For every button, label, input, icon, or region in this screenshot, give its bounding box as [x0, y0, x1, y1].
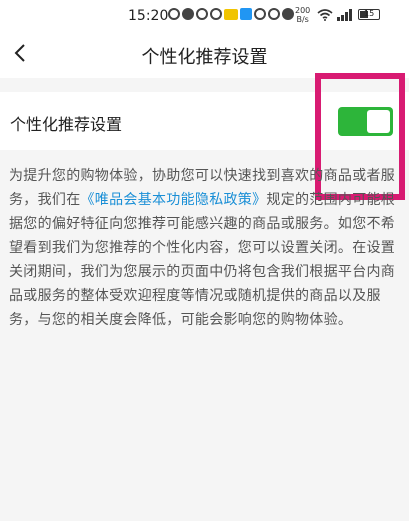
blue-app-icon [240, 8, 252, 20]
nfc-icon [268, 8, 280, 20]
privacy-policy-link[interactable]: 《唯品会基本功能隐私政策》 [81, 192, 267, 208]
status-time: 15:20 [128, 8, 169, 24]
personalized-recommendation-row: 个性化推荐设置 [0, 92, 409, 150]
description-text: 为提升您的购物体验，协助您可以快速找到喜欢的商品或者服务，我们在《唯品会基本功能… [9, 164, 397, 332]
personalized-recommendation-toggle[interactable] [338, 107, 393, 136]
navigation-bar: 个性化推荐设置 [0, 30, 409, 78]
app-icon [210, 8, 222, 20]
network-speed: 200 B/s [295, 6, 310, 24]
net-speed-value: 200 [295, 6, 311, 15]
message-icon [196, 8, 208, 20]
net-speed-unit: B/s [296, 15, 309, 24]
setting-label: 个性化推荐设置 [10, 115, 123, 134]
status-bar: 15:20 200 B/s 15 [0, 0, 409, 30]
description-part2: 规定的范围内可能根据您的偏好特征向您推荐可能感兴趣的商品或服务。如您不希望看到我… [9, 192, 396, 328]
notification-icons [168, 8, 294, 20]
app-notification-icon [168, 8, 180, 20]
page-title: 个性化推荐设置 [141, 47, 268, 68]
signal-icon [337, 9, 352, 21]
battery-icon: 15 [358, 9, 380, 20]
yellow-app-icon [224, 8, 238, 20]
vibrate-icon [282, 8, 294, 20]
chat-icon [182, 8, 194, 20]
battery-level: 15 [364, 9, 375, 18]
toggle-knob [367, 110, 390, 133]
wifi-icon [317, 9, 333, 21]
alarm-icon [254, 8, 266, 20]
